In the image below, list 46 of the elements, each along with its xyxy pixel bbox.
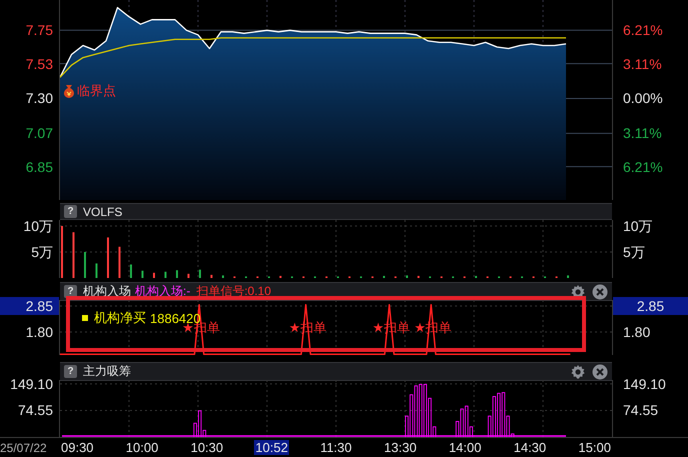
volume-tick-label: 10万 (622, 216, 654, 235)
percent-tick-label: 3.11% (622, 54, 663, 73)
time-tick-label: 10:30 (190, 440, 224, 455)
panel-title: VOLFS (83, 204, 122, 218)
time-tick-label: 10:00 (124, 440, 160, 455)
close-icon[interactable] (592, 284, 608, 300)
signal-tick-label: 2.85 (613, 296, 688, 315)
legend-label: 机构净买 (94, 309, 146, 327)
time-tick-label: 10:52 (254, 440, 289, 455)
indicator-value: 机构入场:- (135, 283, 190, 300)
panel-title: 主力吸筹 (83, 363, 131, 380)
percent-tick-label: 6.21% (622, 158, 664, 176)
signal-value: 扫单信号:0.10 (196, 283, 272, 300)
price-tick-label: 6.85 (24, 158, 54, 176)
accumulation-tick-label: 149.10 (622, 374, 667, 393)
signal-tick-label: 2.85 (0, 296, 59, 315)
time-tick-label: 11:30 (319, 440, 353, 455)
volume-tick-label: 5万 (622, 242, 646, 261)
time-tick-label: 14:00 (448, 440, 482, 455)
price-tick-label: 7.75 (24, 21, 54, 40)
money-bag-icon (62, 84, 76, 98)
volume-tick-label: 10万 (22, 216, 54, 235)
date-label: 25/07/22 (0, 440, 48, 454)
time-tick-label: 13:30 (383, 440, 418, 455)
signal-tick-label: 1.80 (622, 322, 652, 341)
help-button[interactable]: ? (64, 205, 77, 218)
help-button[interactable]: ? (64, 365, 77, 378)
price-tick-label: 7.30 (24, 89, 54, 108)
signal-tick-label: 1.80 (24, 322, 54, 341)
time-tick-label: 15:00 (577, 440, 612, 455)
panel-title: 机构入场 (83, 283, 131, 300)
price-tick-label: 7.07 (24, 124, 54, 142)
volume-tick-label: 5万 (30, 242, 54, 261)
time-tick-label: 14:30 (512, 440, 548, 455)
accumulation-tick-label: 74.55 (622, 401, 660, 420)
price-tick-label: 7.53 (24, 54, 54, 73)
percent-tick-label: 6.21% (622, 21, 664, 40)
close-icon[interactable] (592, 364, 608, 380)
accumulation-tick-label: 149.10 (9, 374, 54, 393)
legend-swatch (82, 315, 88, 321)
percent-tick-label: 3.11% (622, 124, 663, 142)
accumulation-tick-label: 74.55 (16, 401, 54, 420)
percent-tick-label: 0.00% (622, 89, 664, 108)
time-tick-label: 09:30 (60, 440, 95, 455)
marker-label: 临界点 (77, 82, 116, 100)
settings-icon[interactable] (570, 364, 586, 380)
